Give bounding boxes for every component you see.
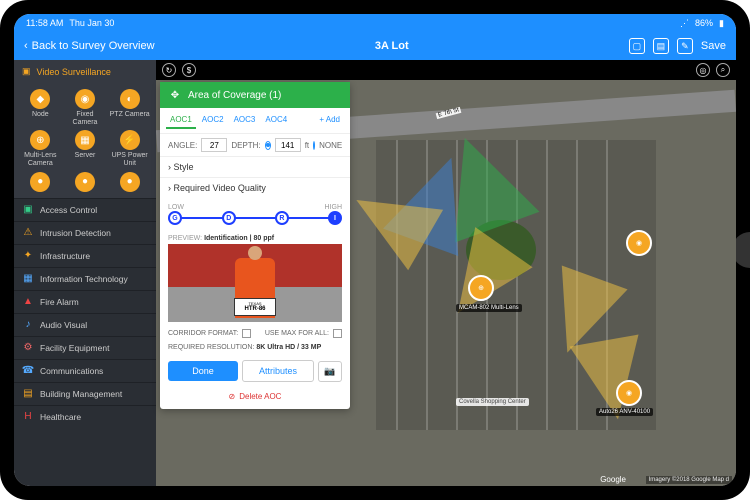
toolbar-icon-1[interactable]: ▢ xyxy=(629,38,645,54)
camera-icon: ▣ xyxy=(22,66,31,77)
marker-label-3: Auto26 ANV-40100 xyxy=(596,408,653,416)
battery-icon: ▮ xyxy=(719,18,724,29)
style-expander[interactable]: › Style xyxy=(160,156,350,177)
sidebar-header-label: Video Surveillance xyxy=(37,67,111,77)
back-button[interactable]: ‹ Back to Survey Overview xyxy=(24,40,155,52)
device-ptz-camera[interactable]: ◐PTZ Camera xyxy=(109,89,150,126)
edit-icon[interactable]: ✎ xyxy=(677,38,693,54)
none-label: NONE xyxy=(319,141,342,150)
tab-aoc2[interactable]: AOC2 xyxy=(198,112,228,129)
device-extra-2[interactable]: ● xyxy=(65,172,106,192)
marker-multilens[interactable]: ⊕ xyxy=(468,275,494,301)
cat-intrusion[interactable]: ⚠Intrusion Detection xyxy=(14,221,156,244)
device-extra-1[interactable]: ● xyxy=(20,172,61,192)
save-button[interactable]: Save xyxy=(701,40,726,52)
cat-av[interactable]: ♪Audio Visual xyxy=(14,313,156,336)
map-toolbar: ↻ $ ◎ ⌕ xyxy=(156,60,736,80)
done-button[interactable]: Done xyxy=(168,361,238,381)
cat-healthcare[interactable]: HHealthcare xyxy=(14,405,156,428)
quality-expander[interactable]: › Required Video Quality xyxy=(160,177,350,198)
attributes-button[interactable]: Attributes xyxy=(242,360,314,382)
angle-input[interactable] xyxy=(201,138,227,152)
device-node[interactable]: ◆Node xyxy=(20,89,61,126)
q-node-i[interactable]: I xyxy=(328,211,342,225)
device-extra-3[interactable]: ● xyxy=(109,172,150,192)
cat-access-control[interactable]: ▣Access Control xyxy=(14,198,156,221)
shopping-label: Covella Shopping Center xyxy=(456,398,529,406)
marker-2[interactable]: ◉ xyxy=(626,230,652,256)
quality-slider[interactable]: G D R I xyxy=(172,217,338,219)
depth-label: DEPTH: xyxy=(231,141,260,150)
preview-image: TEXAS HTR-86 xyxy=(168,244,342,322)
dollar-icon[interactable]: $ xyxy=(182,63,196,77)
sidebar-header[interactable]: ▣ Video Surveillance xyxy=(14,60,156,83)
map-attribution: Imagery ©2018 Google Map d xyxy=(646,476,732,484)
time: 11:58 AM xyxy=(26,18,63,28)
title-bar: ‹ Back to Survey Overview 3A Lot ▢ ▤ ✎ S… xyxy=(14,32,736,60)
battery-text: 86% xyxy=(695,18,713,28)
panel-title: Area of Coverage (1) xyxy=(188,90,281,101)
marker-label-1: MCAM-802 Multi-Lens xyxy=(456,304,522,312)
q-node-r[interactable]: R xyxy=(275,211,289,225)
status-bar: 11:58 AM Thu Jan 30 ⋰ 86% ▮ xyxy=(14,14,736,32)
tab-add[interactable]: + Add xyxy=(315,112,344,129)
cat-fire[interactable]: ▲Fire Alarm xyxy=(14,290,156,313)
cat-it[interactable]: ▦Information Technology xyxy=(14,267,156,290)
panel-header[interactable]: ✥ Area of Coverage (1) xyxy=(160,82,350,108)
q-node-d[interactable]: D xyxy=(222,211,236,225)
corridor-label: CORRIDOR FORMAT: xyxy=(168,330,238,337)
tab-aoc1[interactable]: AOC1 xyxy=(166,112,196,129)
license-plate: TEXAS HTR-86 xyxy=(234,298,276,316)
q-low: LOW xyxy=(168,204,184,211)
search-icon[interactable]: ⌕ xyxy=(716,63,730,77)
q-high: HIGH xyxy=(325,204,343,211)
usemax-label: USE MAX FOR ALL: xyxy=(265,330,329,337)
depth-radio[interactable] xyxy=(265,141,271,150)
toggle-icon[interactable]: ↻ xyxy=(162,63,176,77)
google-logo: Google xyxy=(600,475,626,484)
aoc-tabs: AOC1 AOC2 AOC3 AOC4 + Add xyxy=(160,108,350,134)
tab-aoc3[interactable]: AOC3 xyxy=(230,112,260,129)
close-icon: ⊘ xyxy=(229,392,236,401)
q-node-g[interactable]: G xyxy=(168,211,182,225)
cat-comms[interactable]: ☎Communications xyxy=(14,359,156,382)
device-fixed-camera[interactable]: ◉Fixed Camera xyxy=(65,89,106,126)
angle-label: ANGLE: xyxy=(168,141,197,150)
corridor-checkbox[interactable] xyxy=(242,329,251,338)
cat-building[interactable]: ▤Building Management xyxy=(14,382,156,405)
back-label: Back to Survey Overview xyxy=(32,40,155,52)
move-icon: ✥ xyxy=(168,88,182,102)
device-multilens[interactable]: ⊕Multi-Lens Camera xyxy=(20,130,61,167)
res-value: 8K Ultra HD / 33 MP xyxy=(256,344,321,351)
cat-infrastructure[interactable]: ✦Infrastructure xyxy=(14,244,156,267)
marker-3[interactable]: ◉ xyxy=(616,380,642,406)
unit-label: ft xyxy=(305,141,309,150)
preview-label: PREVIEW: xyxy=(168,235,202,242)
toolbar-icon-2[interactable]: ▤ xyxy=(653,38,669,54)
wifi-icon: ⋰ xyxy=(680,18,689,29)
delete-aoc[interactable]: ⊘ Delete AOC xyxy=(160,388,350,409)
camera-button[interactable]: 📷 xyxy=(318,361,342,382)
preview-value: Identification | 80 ppf xyxy=(204,235,274,242)
cat-facility[interactable]: ⚙Facility Equipment xyxy=(14,336,156,359)
none-radio[interactable] xyxy=(313,141,315,150)
sidebar: ▣ Video Surveillance ◆Node ◉Fixed Camera… xyxy=(14,60,156,486)
layers-icon[interactable]: ◎ xyxy=(696,63,710,77)
aoc-panel: ✥ Area of Coverage (1) AOC1 AOC2 AOC3 AO… xyxy=(160,82,350,409)
device-ups[interactable]: ⚡UPS Power Unit xyxy=(109,130,150,167)
page-title: 3A Lot xyxy=(375,40,409,52)
date: Thu Jan 30 xyxy=(69,18,114,28)
device-grid: ◆Node ◉Fixed Camera ◐PTZ Camera ⊕Multi-L… xyxy=(14,83,156,198)
usemax-checkbox[interactable] xyxy=(333,329,342,338)
tab-aoc4[interactable]: AOC4 xyxy=(261,112,291,129)
device-server[interactable]: ▦Server xyxy=(65,130,106,167)
res-label: REQUIRED RESOLUTION: xyxy=(168,344,254,351)
depth-input[interactable] xyxy=(275,138,301,152)
chevron-left-icon: ‹ xyxy=(24,40,28,52)
